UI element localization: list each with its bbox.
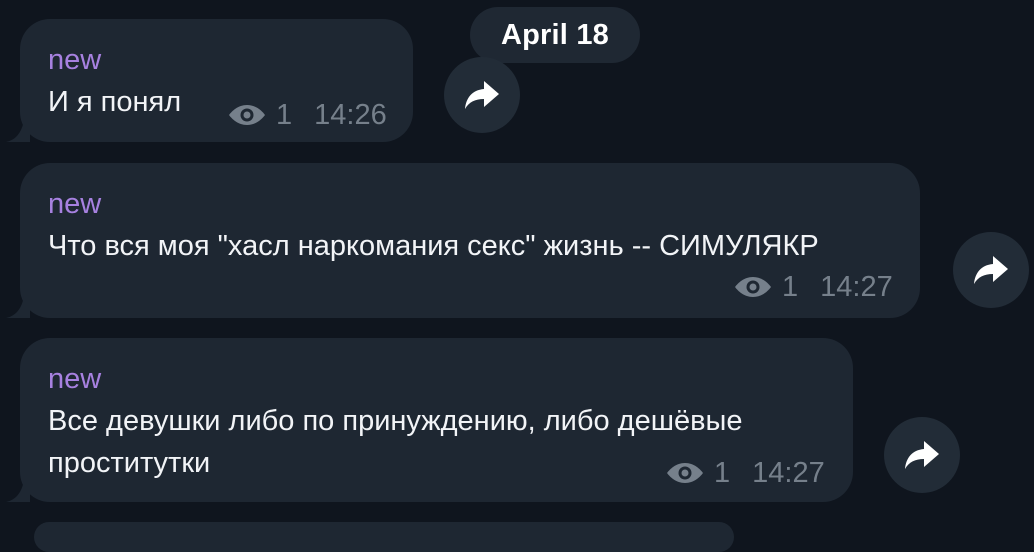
- next-message-bubble-partial: [34, 522, 734, 552]
- bubble-tail: [6, 296, 30, 318]
- forward-button[interactable]: [884, 417, 960, 493]
- share-arrow-icon: [905, 441, 939, 469]
- message-time: 14:26: [314, 99, 387, 131]
- message-bubble[interactable]: new И я понял 1 14:26: [20, 19, 413, 142]
- sender-name[interactable]: new: [48, 187, 920, 221]
- message-meta: 1 14:27: [666, 456, 825, 490]
- message-time: 14:27: [752, 457, 825, 489]
- bubble-tail: [6, 120, 30, 142]
- message-text: Все девушки либо по принуждению, либо де…: [48, 405, 743, 437]
- date-label: April 18: [501, 18, 609, 51]
- eye-icon: [735, 277, 771, 297]
- forward-button[interactable]: [444, 57, 520, 133]
- message-meta: 1 14:27: [734, 270, 893, 304]
- message-bubble[interactable]: new Что вся моя "хасл наркомания секс" ж…: [20, 163, 920, 318]
- date-separator: April 18: [470, 7, 640, 63]
- view-count: 1: [276, 99, 293, 131]
- message-bubble[interactable]: new Все девушки либо по принуждению, либ…: [20, 338, 853, 502]
- sender-name[interactable]: new: [48, 43, 413, 77]
- share-arrow-icon: [974, 256, 1008, 284]
- message-text: Что вся моя "хасл наркомания секс" жизнь…: [48, 230, 819, 262]
- message-time: 14:27: [820, 271, 893, 303]
- eye-icon: [229, 105, 265, 125]
- sender-name[interactable]: new: [48, 362, 853, 396]
- view-count: 1: [782, 271, 799, 303]
- view-count: 1: [714, 457, 731, 489]
- eye-icon: [667, 463, 703, 483]
- share-arrow-icon: [465, 81, 499, 109]
- forward-button[interactable]: [953, 232, 1029, 308]
- message-meta: 1 14:26: [228, 98, 387, 132]
- bubble-tail: [6, 480, 30, 502]
